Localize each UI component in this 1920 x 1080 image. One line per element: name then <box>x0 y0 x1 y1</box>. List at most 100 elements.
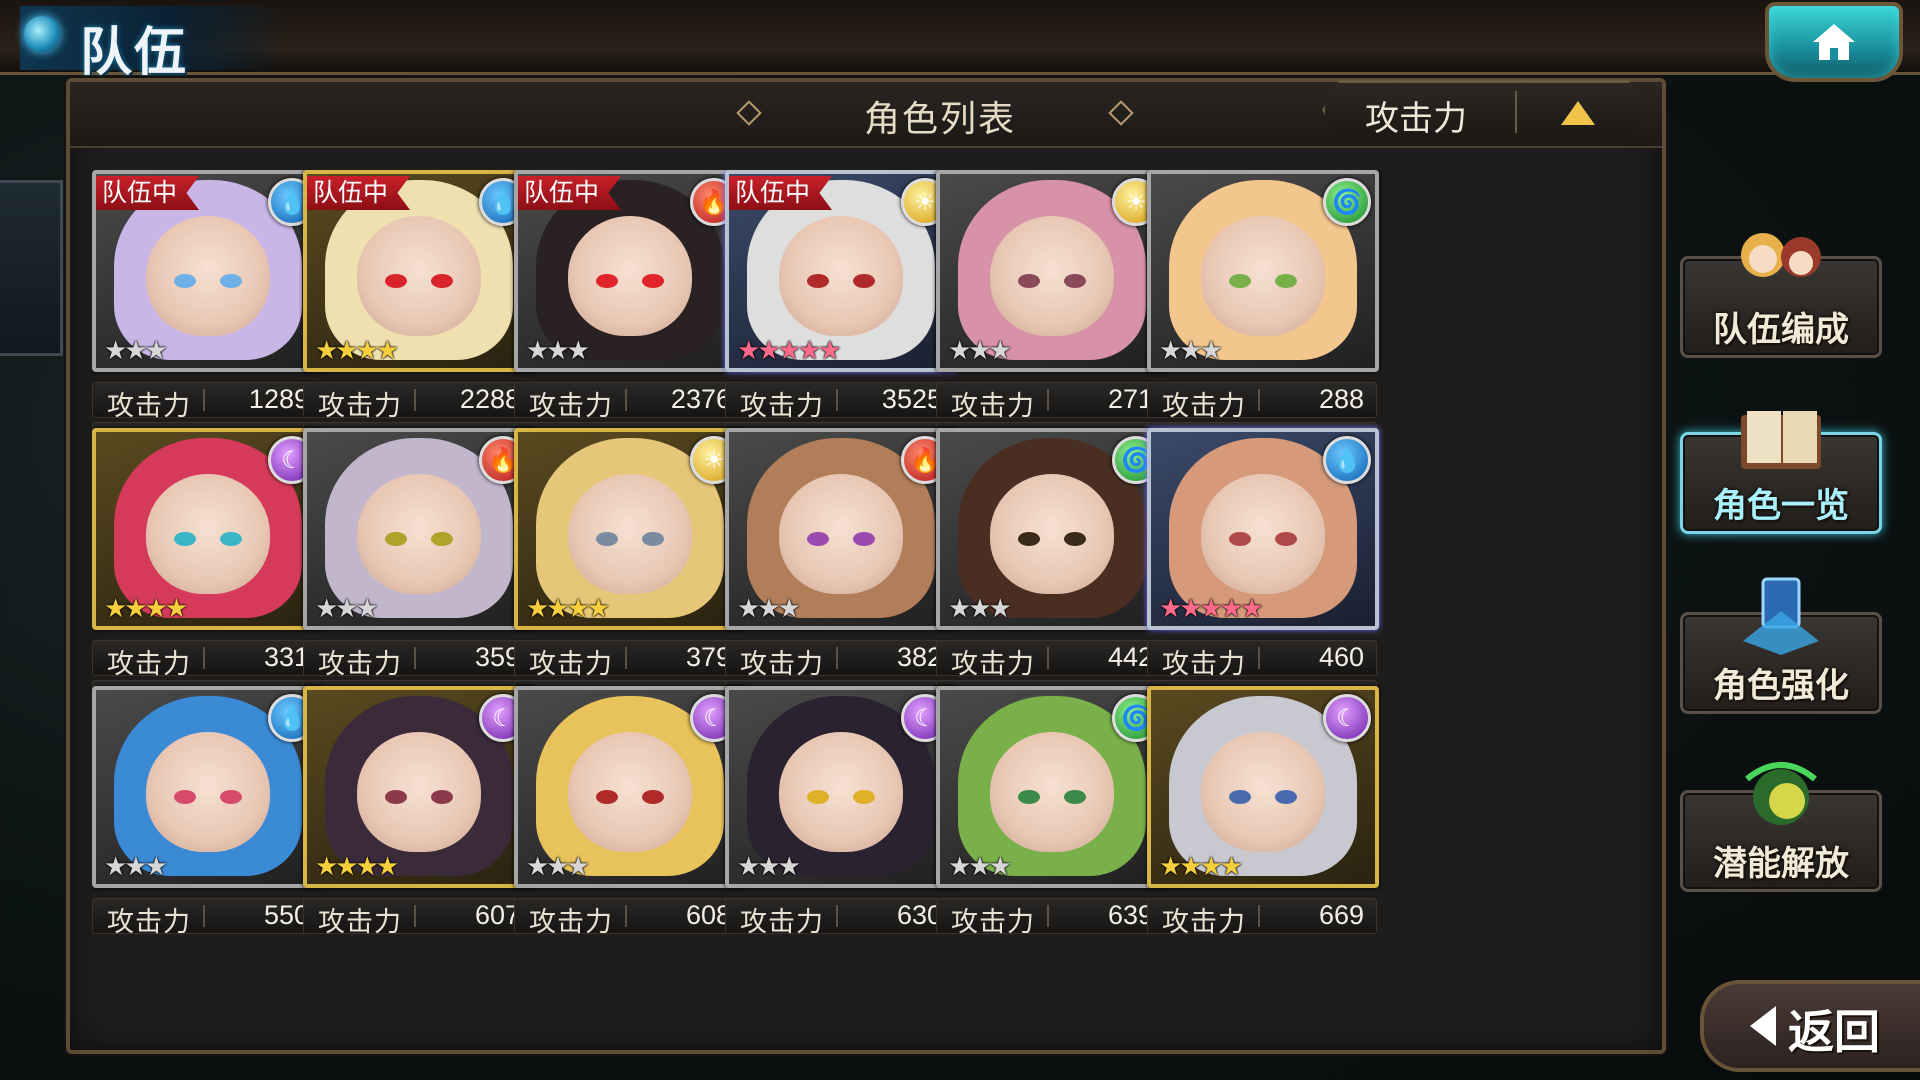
character-card[interactable]: 🌀★★★攻击力288生命值657 <box>1147 170 1379 470</box>
orb-icon <box>24 16 60 52</box>
character-eye <box>807 790 829 804</box>
character-card[interactable]: 队伍中💧★★★攻击力1289生命值2128 <box>92 170 324 470</box>
character-portrait[interactable]: 🌀 ★★★ <box>936 686 1168 888</box>
side-menu-button[interactable]: 角色强化 <box>1680 577 1882 714</box>
attack-stat-value: 1289 <box>248 384 309 414</box>
sort-control[interactable]: 攻击力 <box>1322 80 1646 140</box>
character-face <box>357 732 481 852</box>
character-portrait[interactable]: 🔥 ★★★ <box>303 428 535 630</box>
side-menu-button[interactable]: 潜能解放 <box>1680 762 1882 892</box>
diamond-ornament-icon <box>1108 100 1134 126</box>
attack-stat-label: 攻击力 <box>1162 649 1246 679</box>
character-eye <box>174 532 196 546</box>
character-eye <box>1229 274 1251 288</box>
character-eye <box>642 790 664 804</box>
character-eye <box>596 274 618 288</box>
character-card[interactable]: ☾ ★★★★ 攻击力 607 <box>303 686 535 986</box>
side-menu-button[interactable]: 角色一览 <box>1680 411 1882 534</box>
attack-stat-label: 攻击力 <box>529 391 613 421</box>
side-menu-label: 队伍编成 <box>1713 311 1849 349</box>
sort-divider <box>1515 91 1517 133</box>
back-label: 返回 <box>1788 1006 1880 1058</box>
character-card[interactable]: 💧★★★★★攻击力460生命值1032 <box>1147 428 1379 728</box>
character-card[interactable]: 队伍中🔥★★★攻击力2376生命值1658 <box>514 170 746 470</box>
character-card[interactable]: ☾ ★★★★ 攻击力 669 <box>1147 686 1379 986</box>
character-card[interactable]: ☀★★★攻击力271生命值720 <box>936 170 1168 470</box>
character-card[interactable]: 队伍中☀★★★★★攻击力3525生命值2987 <box>725 170 957 470</box>
character-card[interactable]: 🔥★★★攻击力359生命值943 <box>303 428 535 728</box>
character-portrait[interactable]: 🌀 ★★★ <box>936 428 1168 630</box>
character-portrait[interactable]: 队伍中 💧 ★★★★ <box>303 170 535 372</box>
character-portrait[interactable]: ☾ ★★★★ <box>1147 686 1379 888</box>
character-card[interactable]: ☾ ★★★ 攻击力 630 <box>725 686 957 986</box>
character-card[interactable]: ☾ ★★★ 攻击力 608 <box>514 686 746 986</box>
top-bar: 队伍 <box>0 0 1920 82</box>
character-eye <box>431 790 453 804</box>
sort-ascending-icon[interactable] <box>1561 101 1595 125</box>
character-card[interactable]: 🔥★★★攻击力382生命值640 <box>725 428 957 728</box>
character-portrait[interactable]: 🔥 ★★★ <box>725 428 957 630</box>
attack-stat: 攻击力 271 <box>936 382 1166 421</box>
rarity-stars: ★★★ <box>737 593 801 623</box>
character-card[interactable]: 🌀★★★攻击力442生命值952 <box>936 428 1168 728</box>
character-portrait[interactable]: ☾ ★★★★ <box>92 428 324 630</box>
stat-divider <box>203 647 205 669</box>
stat-divider <box>836 905 838 927</box>
character-card[interactable]: 🌀 ★★★ 攻击力 639 <box>936 686 1168 986</box>
character-portrait[interactable]: 队伍中 ☀ ★★★★★ <box>725 170 957 372</box>
attack-stat: 攻击力 608 <box>514 898 744 937</box>
rarity-stars: ★★★★ <box>1159 851 1243 881</box>
character-portrait[interactable]: 💧 ★★★ <box>92 686 324 888</box>
character-grid[interactable]: 队伍中💧★★★攻击力1289生命值2128队伍中💧★★★★攻击力2288生命值1… <box>92 170 1640 1026</box>
rarity-stars: ★★★★★ <box>737 335 842 365</box>
stat-divider <box>625 389 627 411</box>
screen-title: 队伍 <box>80 24 189 82</box>
character-eye <box>1018 532 1040 546</box>
rarity-stars: ★★★★★ <box>1159 593 1264 623</box>
home-button[interactable] <box>1765 2 1903 82</box>
character-portrait[interactable]: ☾ ★★★★ <box>303 686 535 888</box>
character-portrait[interactable]: 💧 ★★★★★ <box>1147 428 1379 630</box>
character-portrait[interactable]: 队伍中 🔥 ★★★ <box>514 170 746 372</box>
character-portrait[interactable]: 🌀 ★★★ <box>1147 170 1379 372</box>
attack-stat-label: 攻击力 <box>1162 907 1246 937</box>
character-card[interactable]: ☾★★★★攻击力331生命值836 <box>92 428 324 728</box>
character-eye <box>385 532 407 546</box>
attack-stat: 攻击力 550 <box>92 898 322 937</box>
attack-stat-value: 2288 <box>459 384 520 414</box>
character-card[interactable]: 💧 ★★★ 攻击力 550 <box>92 686 324 986</box>
attack-stat-label: 攻击力 <box>107 907 191 937</box>
character-portrait[interactable]: ☾ ★★★ <box>725 686 957 888</box>
attack-stat-label: 攻击力 <box>740 391 824 421</box>
character-face <box>1201 474 1325 594</box>
water-element-icon: 💧 <box>1323 436 1371 484</box>
left-banner-decoration <box>0 180 63 356</box>
stat-divider <box>1047 905 1049 927</box>
character-eye <box>1018 790 1040 804</box>
character-face <box>568 474 692 594</box>
character-portrait[interactable]: ☀ ★★★ <box>936 170 1168 372</box>
character-portrait[interactable]: ☀ ★★★★ <box>514 428 746 630</box>
attack-stat: 攻击力 442 <box>936 640 1166 679</box>
side-menu-label: 角色一览 <box>1713 487 1849 525</box>
rarity-stars: ★★★ <box>948 593 1012 623</box>
stat-divider <box>836 389 838 411</box>
sort-key-label[interactable]: 攻击力 <box>1365 91 1467 140</box>
character-portrait[interactable]: 队伍中 💧 ★★★ <box>92 170 324 372</box>
character-face <box>146 474 270 594</box>
rarity-stars: ★★★ <box>315 593 379 623</box>
character-eye <box>174 274 196 288</box>
side-menu-button[interactable]: 队伍编成 <box>1680 233 1882 358</box>
character-eye <box>385 790 407 804</box>
character-eye <box>1229 790 1251 804</box>
character-card[interactable]: ☀★★★★攻击力379生命值870 <box>514 428 746 728</box>
character-card[interactable]: 队伍中💧★★★★攻击力2288生命值1940 <box>303 170 535 470</box>
stat-divider <box>414 905 416 927</box>
attack-stat: 攻击力 607 <box>303 898 533 937</box>
rarity-stars: ★★★ <box>104 335 168 365</box>
back-button[interactable]: 返回 <box>1700 980 1920 1072</box>
rarity-stars: ★★★ <box>526 335 590 365</box>
attack-stat: 攻击力 359 <box>303 640 533 679</box>
character-portrait[interactable]: ☾ ★★★ <box>514 686 746 888</box>
stat-divider <box>1258 647 1260 669</box>
